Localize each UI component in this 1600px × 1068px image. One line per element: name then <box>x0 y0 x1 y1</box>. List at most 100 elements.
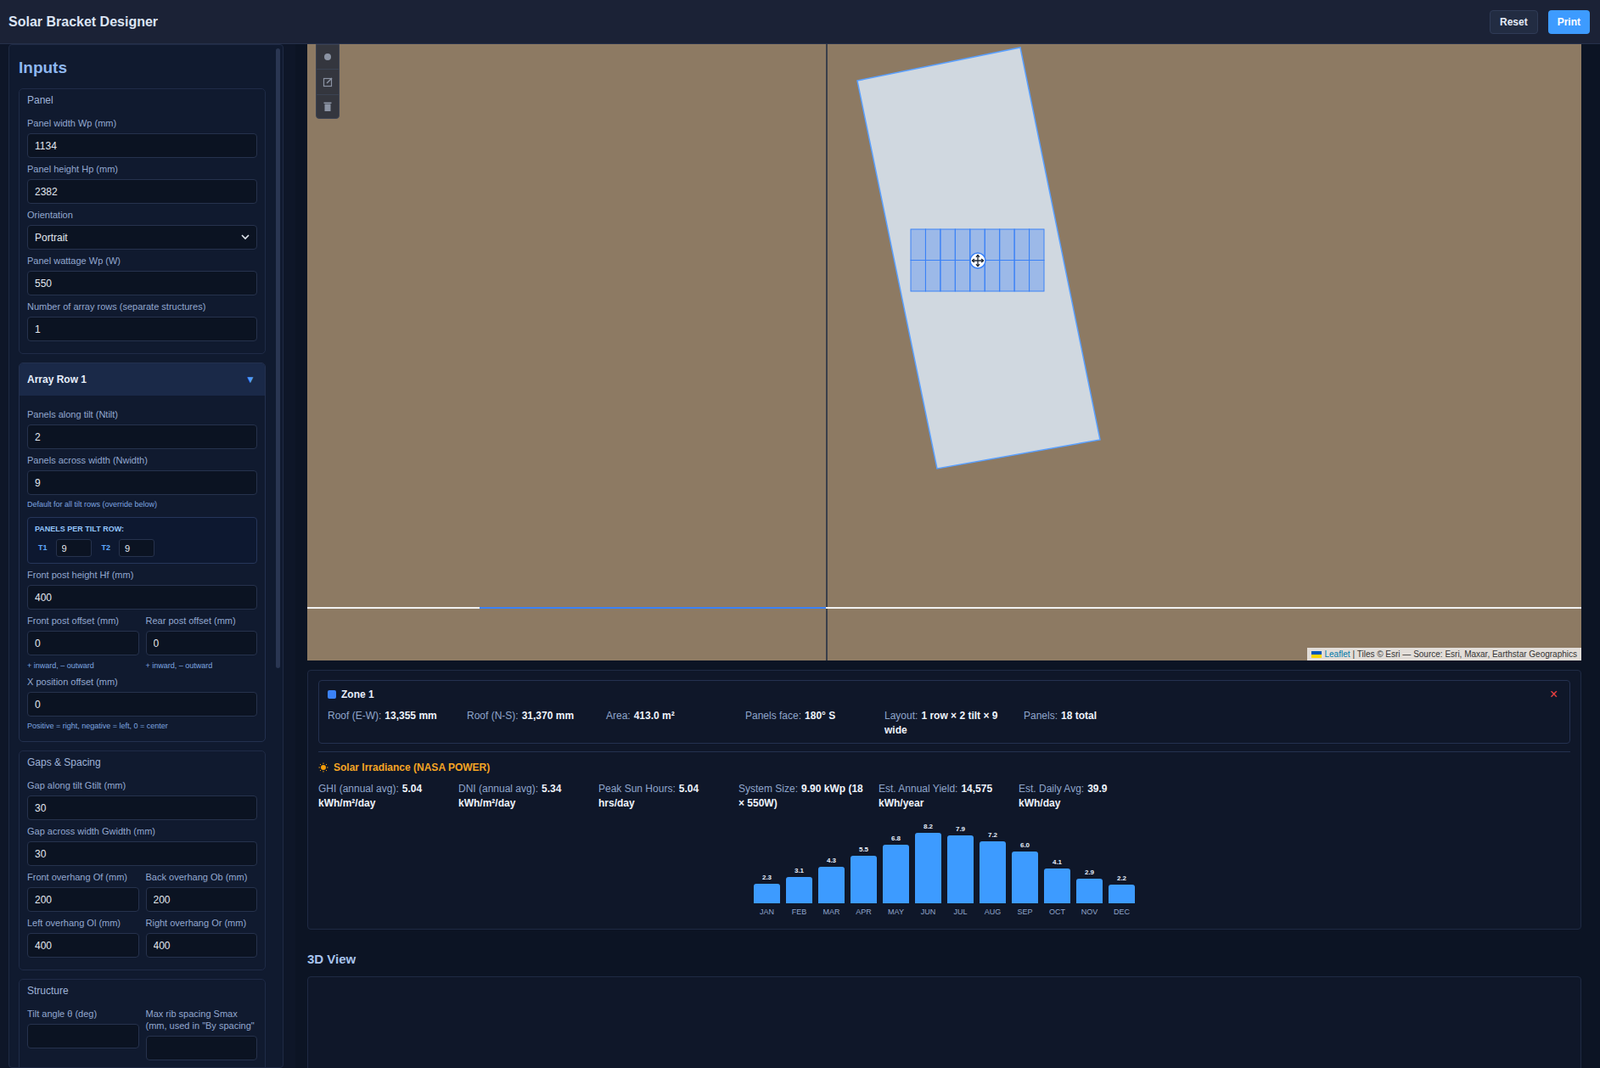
irradiance-title: Solar Irradiance (NASA POWER) <box>333 759 490 775</box>
solar-panel[interactable] <box>999 260 1015 292</box>
solar-panel[interactable] <box>1014 260 1029 292</box>
solar-panel[interactable] <box>940 229 955 261</box>
panel-layout[interactable] <box>910 229 1045 292</box>
panel-rows <box>910 229 1045 292</box>
chart-column: 6.0SEP <box>1011 841 1039 917</box>
chart-bar[interactable] <box>979 841 1006 904</box>
leaflet-link[interactable]: Leaflet <box>1324 648 1350 660</box>
field-label: Gap across width Gwidth (mm) <box>27 825 258 837</box>
stat-label: DNI (annual avg): <box>458 782 539 795</box>
text-input[interactable] <box>145 887 259 912</box>
chart-column: 8.2JUN <box>915 822 942 917</box>
form-field: Number of array rows (separate structure… <box>27 300 258 342</box>
text-input[interactable] <box>27 424 258 450</box>
close-zone-button[interactable]: × <box>1549 687 1561 702</box>
header-actions: Reset Print <box>1489 10 1590 34</box>
app-header: Solar Bracket Designer ResetPrint <box>0 0 1600 45</box>
chart-bar[interactable] <box>818 866 845 904</box>
text-input[interactable] <box>27 887 140 912</box>
chart-bar[interactable] <box>915 832 942 904</box>
text-input[interactable] <box>27 691 258 717</box>
chart-bar[interactable] <box>1011 851 1039 904</box>
text-input[interactable] <box>145 630 259 656</box>
text-input[interactable] <box>27 1023 140 1049</box>
collapse-toggle[interactable]: ▼ <box>245 371 258 388</box>
chart-bar[interactable] <box>947 835 974 904</box>
edit-icon <box>322 76 334 88</box>
text-input[interactable] <box>56 538 92 557</box>
stat-value: 13,355 mm <box>384 709 437 722</box>
form-field: OrientationPortrait <box>27 208 258 250</box>
solar-panel[interactable] <box>1029 229 1045 261</box>
map-attribution: Leaflet | Tiles © Esri — Source: Esri, M… <box>1307 647 1582 661</box>
header-button[interactable]: Print <box>1548 10 1590 34</box>
zone-polygon[interactable] <box>857 47 1101 469</box>
text-input[interactable] <box>27 270 258 296</box>
draw-toolbar <box>315 44 340 119</box>
text-input[interactable] <box>145 932 259 958</box>
solar-panel[interactable] <box>954 229 970 261</box>
form-field: Gap along tilt Gtilt (mm) <box>27 779 258 820</box>
tilt-row-box: PANELS PER TILT ROW:T1T2 <box>27 516 258 564</box>
bar-label: 6.8 <box>891 834 901 843</box>
solar-panel[interactable] <box>954 260 970 292</box>
chart-bar[interactable] <box>882 844 910 904</box>
delete-button[interactable] <box>316 94 339 118</box>
chart-column: 3.1FEB <box>785 866 813 917</box>
chart-bar[interactable] <box>753 883 781 904</box>
chart-column: 2.3JAN <box>753 873 781 917</box>
chart-bar[interactable] <box>850 855 877 904</box>
tilt-row-label: T1 <box>34 542 51 555</box>
chart-bar[interactable] <box>785 876 813 904</box>
group-header[interactable]: Array Row 1▼ <box>19 363 265 396</box>
solar-panel[interactable] <box>999 229 1015 261</box>
chart-bar[interactable] <box>1108 884 1135 904</box>
solar-panel[interactable] <box>940 260 955 292</box>
edit-button[interactable] <box>316 68 339 95</box>
chart-bar[interactable] <box>1044 868 1071 904</box>
draw-marker-button[interactable] <box>316 44 339 69</box>
solar-panel[interactable] <box>925 229 940 261</box>
text-input[interactable] <box>27 841 258 866</box>
solar-panel[interactable] <box>910 229 926 261</box>
text-input[interactable] <box>27 795 258 820</box>
text-input[interactable] <box>27 316 258 342</box>
move-handle-icon[interactable] <box>970 252 986 269</box>
reference-line <box>307 606 1582 609</box>
text-input[interactable] <box>27 470 258 495</box>
header-button[interactable]: Reset <box>1489 10 1539 34</box>
solar-panel[interactable] <box>984 229 1000 261</box>
select-value: Portrait <box>34 230 68 246</box>
field-label: Max rib spacing Smax (mm, used in "By sp… <box>145 1007 259 1032</box>
solar-panel[interactable] <box>925 260 940 292</box>
month-label: DEC <box>1113 907 1130 917</box>
form-field: Rear post offset (mm)+ inward, – outward <box>145 614 259 671</box>
text-input[interactable] <box>27 932 140 958</box>
map[interactable]: Leaflet | Tiles © Esri — Source: Esri, M… <box>307 44 1582 661</box>
field-hint: Default for all tilt rows (override belo… <box>27 499 258 510</box>
solar-panel[interactable] <box>984 260 1000 292</box>
text-input[interactable] <box>118 538 155 557</box>
stat: Area:413.0 m² <box>606 708 746 738</box>
text-input[interactable] <box>27 179 258 204</box>
orientation-select[interactable]: Portrait <box>27 224 258 250</box>
solar-panel[interactable] <box>1029 260 1045 292</box>
text-input[interactable] <box>27 630 140 656</box>
stat: Roof (N-S):31,370 mm <box>466 708 607 738</box>
solar-panel[interactable] <box>1014 229 1029 261</box>
flag-icon <box>1311 651 1322 658</box>
view3d-canvas[interactable] <box>307 976 1582 1068</box>
stat-value: 31,370 mm <box>522 709 574 722</box>
chart-bar[interactable] <box>1076 878 1103 904</box>
inputs-panel[interactable]: Inputs PanelPanel width Wp (mm)Panel hei… <box>8 44 284 1068</box>
text-input[interactable] <box>145 1035 259 1061</box>
stat-value: 413.0 m² <box>634 709 675 722</box>
bar-label: 2.3 <box>762 873 772 882</box>
text-input[interactable] <box>27 584 258 610</box>
field-hint: + inward, – outward <box>27 660 140 671</box>
scrollbar[interactable] <box>275 48 281 669</box>
form-field: Tilt angle θ (deg) <box>27 1007 140 1061</box>
field-hint: + inward, – outward <box>145 660 259 671</box>
solar-panel[interactable] <box>910 260 926 292</box>
text-input[interactable] <box>27 133 258 158</box>
